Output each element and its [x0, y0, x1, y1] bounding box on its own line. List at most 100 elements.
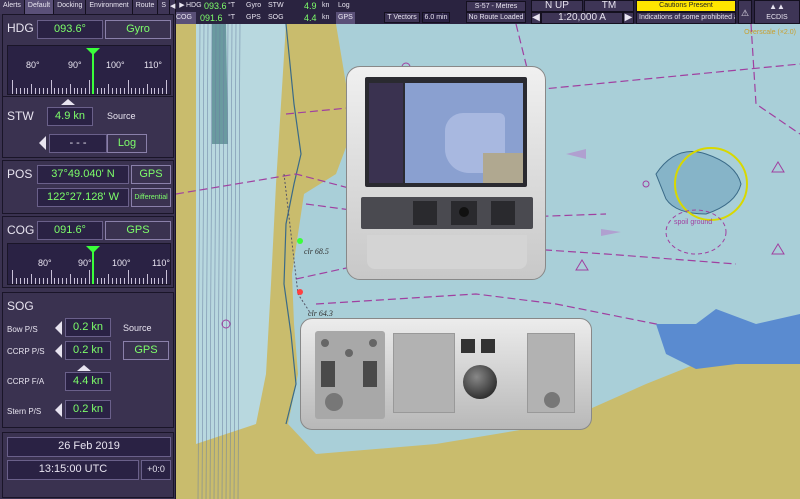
- sog-stern-arrow-icon: [55, 403, 62, 417]
- motion-mode-button[interactable]: TM: [584, 0, 634, 12]
- scale-tick: [96, 278, 98, 284]
- scale-tick: [127, 270, 129, 284]
- cog-pointer-icon: [86, 246, 100, 253]
- pos-lat-source-button[interactable]: GPS: [131, 165, 171, 184]
- scale-tick: [115, 278, 117, 284]
- own-ship-icon[interactable]: [297, 238, 303, 244]
- scale-tick: [46, 278, 48, 284]
- scale-tick: [50, 270, 52, 284]
- scale-tick: [81, 278, 83, 284]
- timezone-button[interactable]: +0:0: [141, 460, 171, 480]
- stw-up-arrow-icon: [61, 99, 75, 105]
- console-keypad: [413, 201, 437, 225]
- tab-environment[interactable]: Environment: [86, 0, 133, 14]
- cog-source-button[interactable]: GPS: [105, 221, 171, 240]
- zoom-in-icon[interactable]: ▶: [623, 12, 634, 24]
- cog-value: 091.6°: [37, 221, 103, 240]
- topbar-sog-value: 4.4: [304, 13, 317, 23]
- tab-default[interactable]: Default: [24, 0, 55, 14]
- scale-tick: [54, 88, 56, 94]
- scale-tick: [35, 278, 37, 284]
- topbar-stw-unit: kn: [322, 2, 330, 9]
- scale-tick: [112, 278, 114, 284]
- tab-docking[interactable]: Docking: [54, 0, 87, 14]
- scale-tick: [96, 88, 98, 94]
- sog-source-button[interactable]: GPS: [123, 341, 169, 360]
- scale-tick: [123, 88, 125, 94]
- topbar-cog-label: COG: [176, 12, 196, 24]
- pos-longitude: 122°27.128' W: [37, 188, 129, 207]
- vectors-time-field[interactable]: 6.0 min: [422, 12, 450, 23]
- spoil-ground-label: spoil ground: [674, 219, 712, 226]
- topbar-hdg-source: Gyro: [246, 2, 262, 9]
- date-display: 26 Feb 2019: [7, 437, 171, 457]
- nautical-chart[interactable]: Overscale (×2.0) clr 68.5 clr 64.3 spoil…: [176, 24, 800, 499]
- scale-tick: [108, 274, 110, 284]
- scale-tick: [150, 88, 152, 94]
- ecdis-console-image: [346, 66, 546, 280]
- cog-scale-label: 100°: [112, 258, 131, 268]
- tab-route[interactable]: Route: [132, 0, 159, 14]
- alert-bell-icon[interactable]: ⚠: [738, 0, 752, 24]
- scale-tick: [54, 278, 56, 284]
- route-status[interactable]: No Route Loaded: [466, 12, 526, 23]
- scale-tick: [35, 88, 37, 94]
- console-screen-land: [483, 153, 523, 183]
- scale-tick: [42, 88, 44, 94]
- scale-tick: [62, 88, 64, 94]
- scale-tick: [112, 88, 114, 94]
- tab-alerts[interactable]: Alerts: [0, 0, 25, 14]
- sog-stern-value: 0.2 kn: [65, 400, 111, 419]
- topbar-hdg-unit: °T: [228, 2, 236, 9]
- datetime-section: 26 Feb 2019 13:15:00 UTC +0:0: [2, 432, 174, 498]
- scale-tick: [131, 88, 133, 94]
- scale-tick: [23, 278, 25, 284]
- ecdis-mountain-icon: ▲▲: [769, 2, 785, 11]
- scale-tick: [77, 88, 79, 94]
- left-panel: Alerts Default Docking Environment Route…: [0, 0, 177, 499]
- console-screen: [365, 77, 527, 187]
- topbar-stw-source: Log: [338, 2, 350, 9]
- scale-tick: [27, 278, 29, 284]
- scale-tick: [142, 88, 144, 94]
- panel-tabs: Alerts Default Docking Environment Route…: [0, 0, 177, 14]
- warning-icon: [771, 161, 785, 173]
- pos-lon-source-button[interactable]: Differential: [131, 188, 171, 207]
- sog-ccrp-fa-label: CCRP F/A: [7, 377, 45, 386]
- scale-tick: [19, 88, 21, 94]
- scale-tick: [123, 278, 125, 284]
- scale-tick: [65, 88, 67, 94]
- stw-source-button[interactable]: Log: [107, 134, 147, 153]
- scale-tick: [158, 278, 160, 284]
- scale-tick: [158, 88, 160, 94]
- sog-bow-arrow-icon: [55, 321, 62, 335]
- scale-tick: [31, 274, 33, 284]
- topbar-sog-source: GPS: [336, 12, 355, 24]
- cautions-indicator[interactable]: Cautions Present: [636, 0, 736, 12]
- scale-tick: [19, 278, 21, 284]
- waypoint-icon[interactable]: [297, 289, 303, 295]
- warning-icon: [575, 259, 589, 271]
- vectors-toggle[interactable]: T Vectors: [384, 12, 420, 23]
- topbar-cog-source: GPS: [246, 14, 261, 21]
- scale-tick: [69, 84, 71, 94]
- hdg-source-button[interactable]: Gyro: [105, 20, 171, 39]
- orientation-button[interactable]: N UP: [531, 0, 583, 12]
- scale-tick: [108, 84, 110, 94]
- scale-tick: [89, 270, 90, 284]
- zoom-out-icon[interactable]: ◀: [531, 12, 541, 24]
- sog-up-arrow-icon: [77, 365, 91, 371]
- hdg-scale-label: 110°: [144, 60, 162, 70]
- hdg-scale-label: 80°: [26, 60, 40, 70]
- cog-label: COG: [7, 223, 35, 237]
- panel-right-module: [527, 333, 575, 413]
- panel-switches: [363, 361, 377, 387]
- scale-tick: [62, 278, 64, 284]
- scale-tick: [58, 88, 60, 94]
- scale-tick: [119, 88, 121, 94]
- island-shoal: [655, 151, 742, 215]
- panel-left-module: [315, 331, 385, 419]
- console-keypad-right: [491, 201, 515, 225]
- tab-s[interactable]: S: [158, 0, 171, 14]
- scale-tick: [65, 278, 67, 284]
